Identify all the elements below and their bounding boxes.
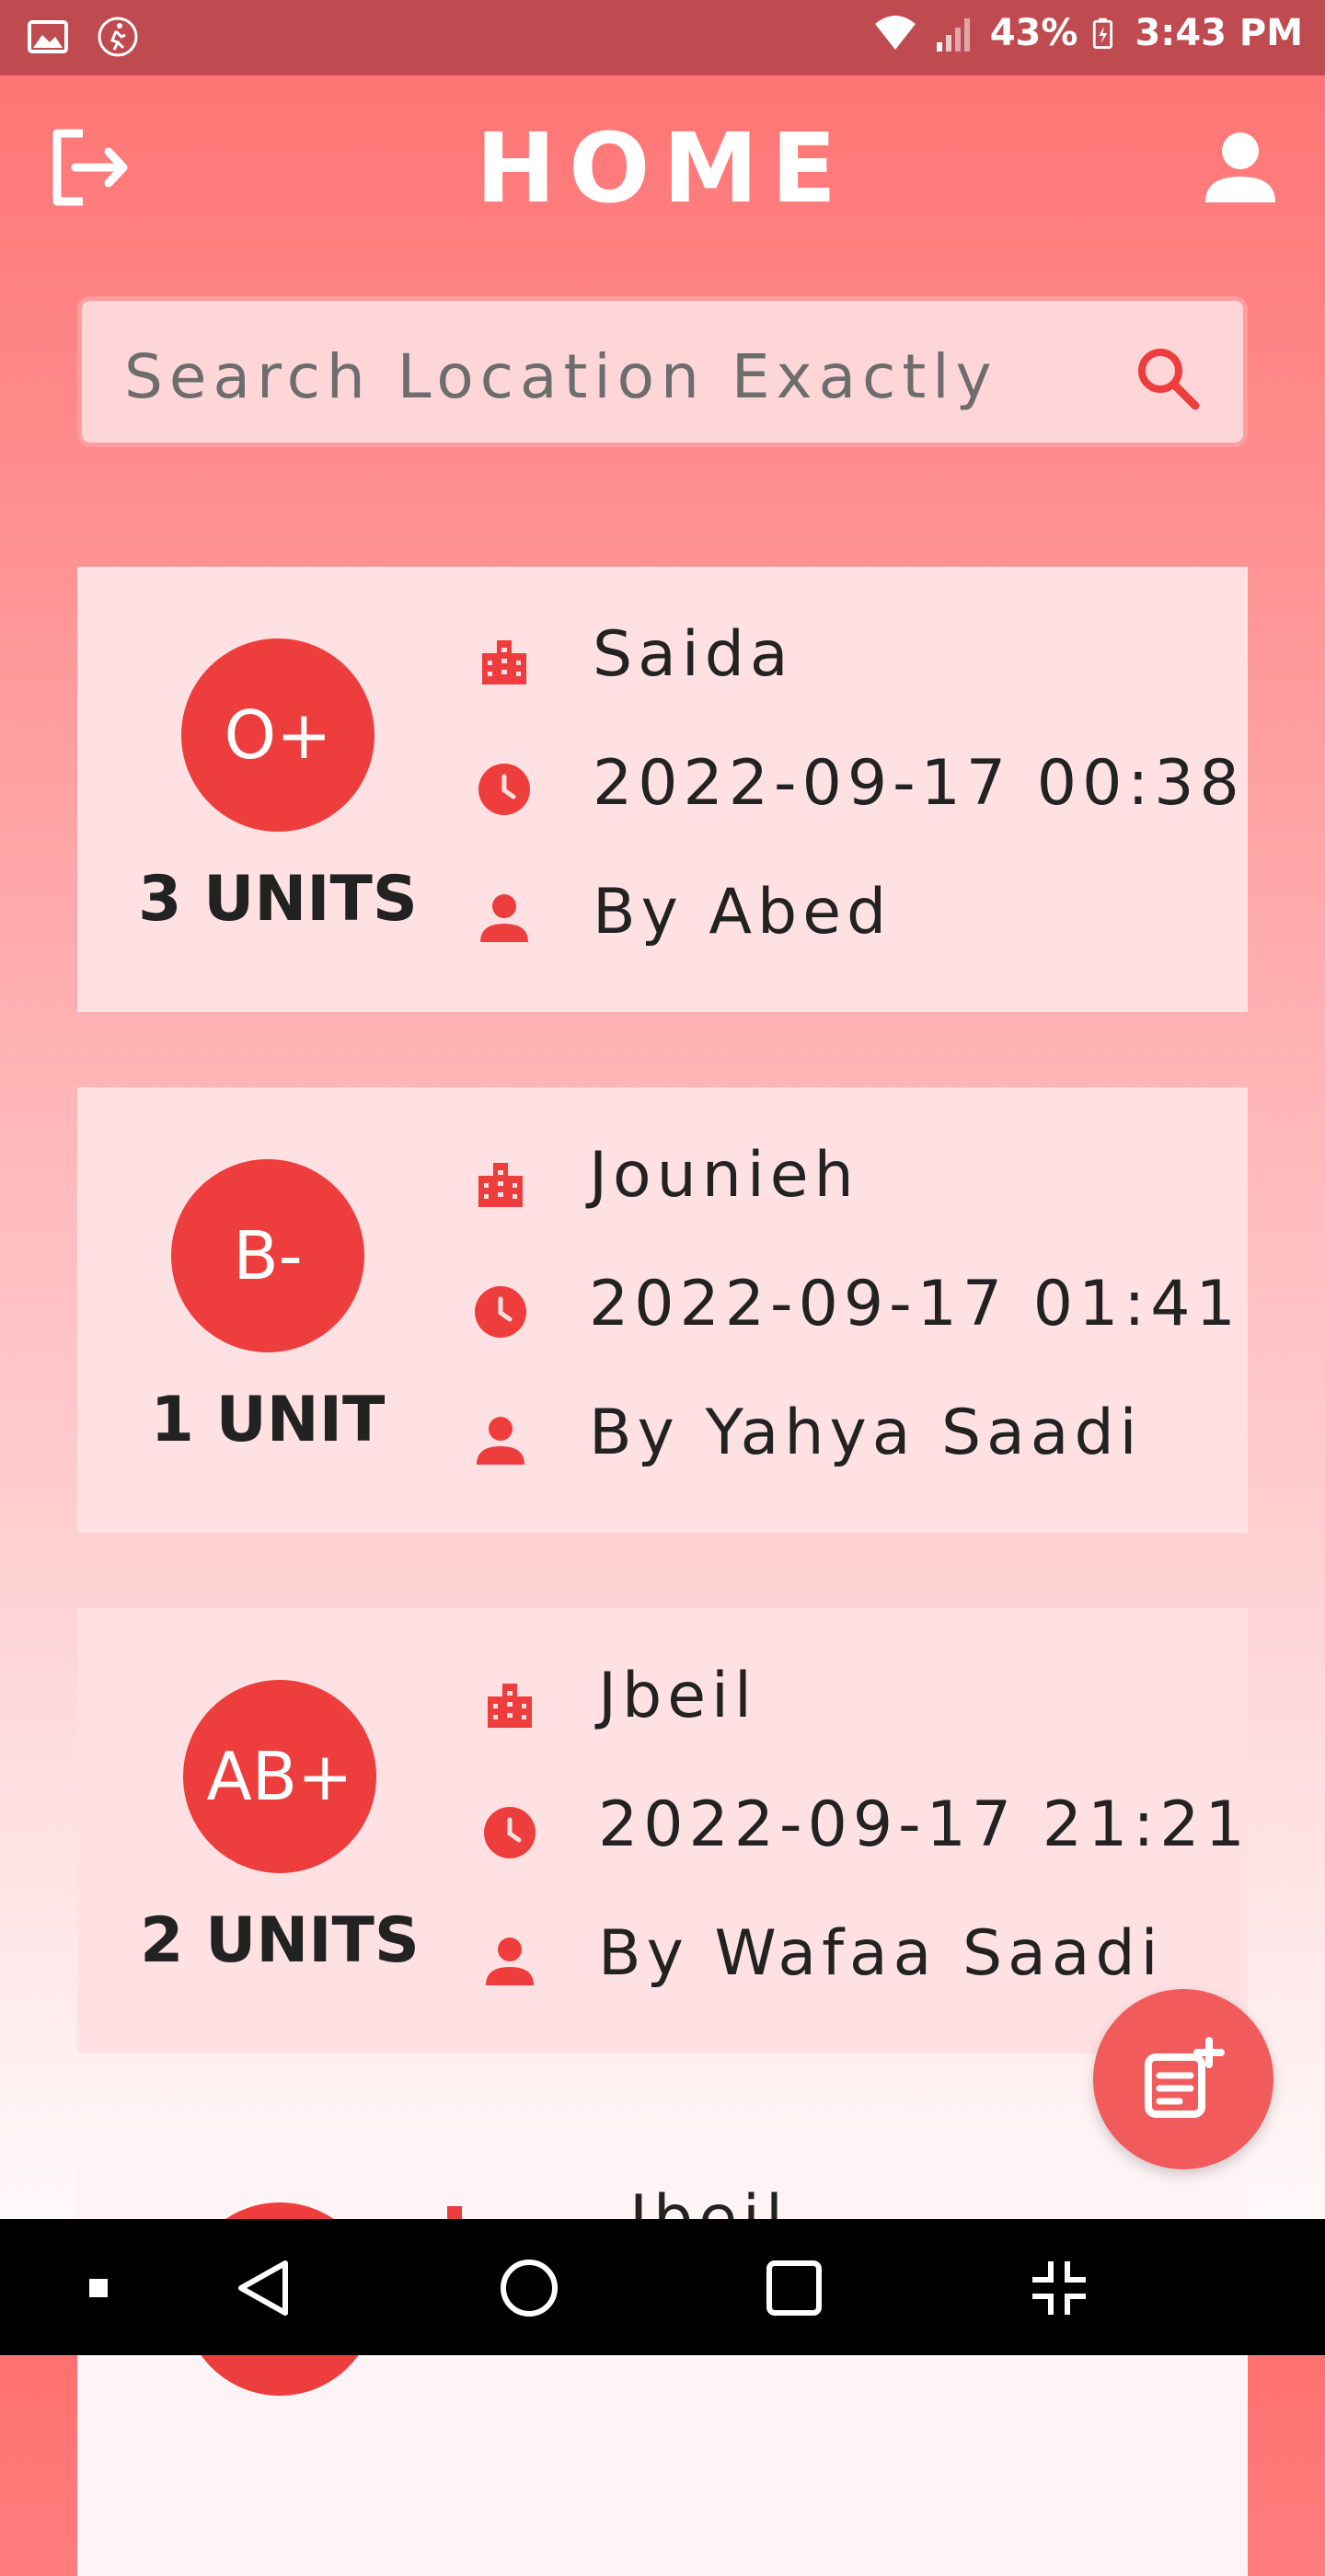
datetime-text: 2022-09-17 21:21 <box>598 1788 1250 1861</box>
blood-type-badge: O+ <box>181 638 374 832</box>
request-card[interactable]: O+ 3 UNITS Saida 2022-09-17 00:38 By Abe… <box>77 567 1248 1012</box>
add-request-button[interactable] <box>1093 1989 1273 2169</box>
home-icon[interactable] <box>497 2256 561 2320</box>
person-icon <box>480 894 528 942</box>
clock-icon <box>475 1286 526 1338</box>
blood-type-badge: B- <box>171 1159 364 1352</box>
add-note-icon <box>1145 2037 1225 2118</box>
author-text: By Yahya Saadi <box>589 1397 1143 1469</box>
author-text: By Wafaa Saadi <box>598 1917 1164 1990</box>
activity-icon <box>98 17 138 57</box>
request-card[interactable]: B- 1 UNIT Jounieh 2022-09-17 01:41 By Ya… <box>77 1087 1248 1533</box>
blood-type-badge: AB+ <box>183 1680 376 1873</box>
status-bar-left <box>26 15 140 59</box>
signal-icon <box>936 18 970 52</box>
battery-charging-icon <box>1093 17 1113 50</box>
location-text: Jounieh <box>589 1139 859 1212</box>
system-nav-bar <box>0 2219 1325 2355</box>
datetime-text: 2022-09-17 01:41 <box>589 1268 1241 1340</box>
units-label: 1 UNIT <box>150 1384 386 1456</box>
collapse-icon[interactable] <box>1027 2256 1091 2320</box>
square-dot-icon[interactable] <box>66 2256 131 2320</box>
gallery-icon <box>28 20 68 53</box>
location-text: Jbeil <box>598 1660 757 1732</box>
location-text: Saida <box>593 618 794 691</box>
search-bar <box>77 296 1248 447</box>
wifi-icon <box>874 16 916 50</box>
app-header: HOME <box>0 75 1325 250</box>
page-title: HOME <box>476 112 849 224</box>
units-label: 2 UNITS <box>140 1904 420 1977</box>
search-input[interactable] <box>122 325 1092 428</box>
person-icon <box>477 1417 524 1465</box>
city-icon <box>478 1163 523 1207</box>
clock: 3:43 PM <box>1135 12 1303 54</box>
recents-icon[interactable] <box>762 2256 826 2320</box>
city-icon <box>488 1684 532 1728</box>
status-bar: 43% 3:43 PM <box>0 0 1325 75</box>
clock-icon <box>484 1807 536 1858</box>
request-card[interactable]: AB+ 2 UNITS Jbeil 2022-09-17 21:21 By Wa… <box>77 1608 1248 2053</box>
datetime-text: 2022-09-17 00:38 <box>593 747 1245 820</box>
city-icon <box>482 640 526 684</box>
author-text: By Abed <box>593 876 893 949</box>
back-icon[interactable] <box>232 2256 296 2320</box>
battery-percent: 43% <box>989 12 1078 54</box>
person-icon[interactable] <box>1202 129 1279 206</box>
search-icon[interactable] <box>1133 343 1203 413</box>
clock-icon <box>478 764 530 815</box>
units-label: 3 UNITS <box>138 863 418 936</box>
status-bar-right: 43% 3:43 PM <box>870 11 1303 55</box>
person-icon <box>486 1938 534 1985</box>
